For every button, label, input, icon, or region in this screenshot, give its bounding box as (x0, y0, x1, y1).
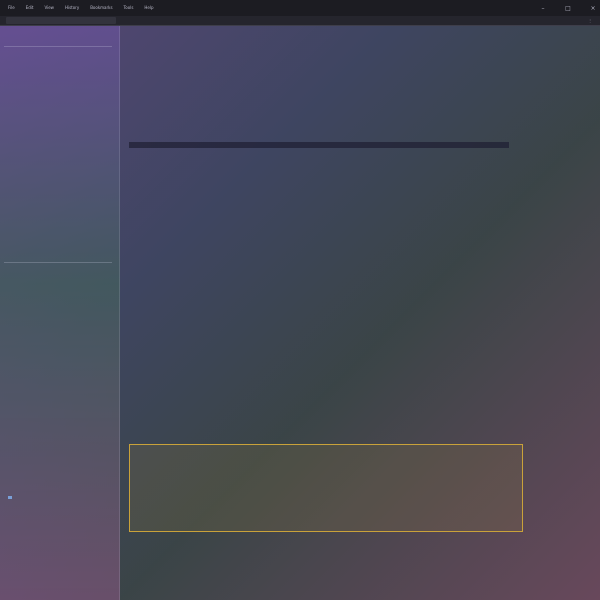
menu-view[interactable]: View (44, 0, 54, 16)
menu-edit[interactable]: Edit (26, 0, 34, 16)
sidebar-divider (4, 262, 112, 263)
folder-icon (8, 495, 12, 499)
overflow-menu-icon[interactable]: ⋮ (588, 17, 592, 24)
maximize-icon[interactable]: □ (561, 0, 575, 16)
sidebar (0, 26, 120, 600)
minimize-icon[interactable]: – (536, 0, 550, 16)
menu-bar: File Edit View History Bookmarks Tools H… (0, 0, 600, 16)
address-input[interactable] (6, 17, 116, 24)
menu-file[interactable]: File (8, 0, 15, 16)
close-icon[interactable]: × (586, 0, 600, 16)
sidebar-item-with-icon[interactable] (8, 494, 14, 500)
menu-help[interactable]: Help (144, 0, 153, 16)
address-bar: ⋮ (0, 16, 600, 26)
highlight-band (129, 142, 509, 148)
app-window: File Edit View History Bookmarks Tools H… (0, 0, 600, 600)
menu-tools[interactable]: Tools (124, 0, 134, 16)
callout-box (129, 444, 523, 532)
menu-bookmarks[interactable]: Bookmarks (90, 0, 112, 16)
main-content (121, 26, 600, 600)
sidebar-divider (4, 46, 112, 47)
menu-history[interactable]: History (65, 0, 79, 16)
